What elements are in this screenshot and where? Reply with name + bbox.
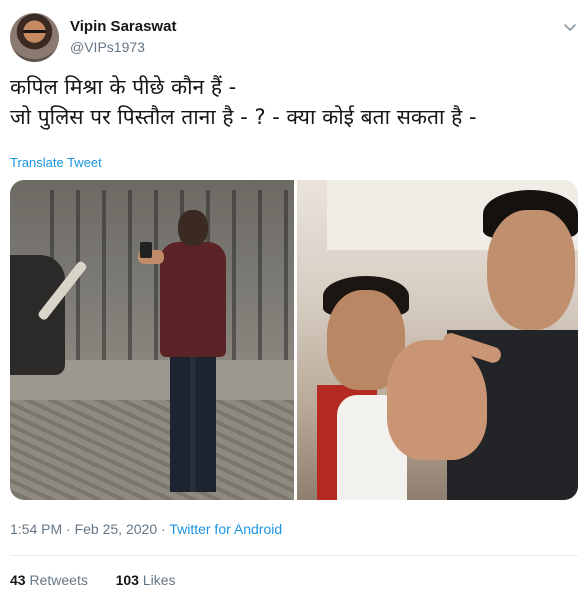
media-photo-right[interactable] (297, 180, 578, 500)
man-legs (170, 352, 216, 492)
meta-separator: · (66, 521, 71, 537)
tweet-media[interactable] (10, 180, 578, 500)
chevron-down-icon[interactable] (563, 20, 577, 34)
likes-label: Likes (142, 572, 176, 588)
tweet-source-link[interactable]: Twitter for Android (169, 521, 282, 537)
tweet-text: कपिल मिश्रा के पीछे कौन हैं - जो पुलिस प… (10, 72, 578, 132)
tweet-stats: 43 Retweets 103 Likes (10, 572, 176, 588)
chevron-down-icon-svg (564, 24, 576, 31)
pistol (140, 242, 152, 258)
retweets-stat[interactable]: 43 Retweets (10, 572, 92, 588)
pointing-hand (387, 340, 487, 460)
tweet-text-line: जो पुलिस पर पिस्तौल ताना है - ? - क्या क… (10, 105, 477, 129)
retweets-label: Retweets (29, 572, 88, 588)
tweet-text-line: कपिल मिश्रा के पीछे कौन हैं - (10, 75, 237, 99)
meta-separator: · (161, 521, 166, 537)
man-face-right (487, 210, 575, 330)
likes-count: 103 (115, 572, 139, 588)
man-head (178, 210, 208, 246)
likes-stat[interactable]: 103 Likes (116, 572, 176, 588)
man-body (160, 242, 226, 357)
ground (10, 400, 294, 500)
tweet-card: Vipin Saraswat @VIPs1973 कपिल मिश्रा के … (0, 0, 588, 594)
tweet-time[interactable]: 1:54 PM (10, 521, 62, 537)
retweets-count: 43 (10, 572, 26, 588)
divider (10, 555, 578, 556)
avatar[interactable] (10, 13, 59, 62)
media-photo-left[interactable] (10, 180, 294, 500)
translate-tweet-link[interactable]: Translate Tweet (10, 155, 102, 170)
author-handle[interactable]: @VIPs1973 (70, 39, 145, 55)
author-name[interactable]: Vipin Saraswat (70, 18, 176, 35)
avatar-glasses (23, 30, 46, 36)
tweet-date[interactable]: Feb 25, 2020 (75, 521, 158, 537)
tweet-meta: 1:54 PM · Feb 25, 2020 · Twitter for And… (10, 521, 282, 537)
